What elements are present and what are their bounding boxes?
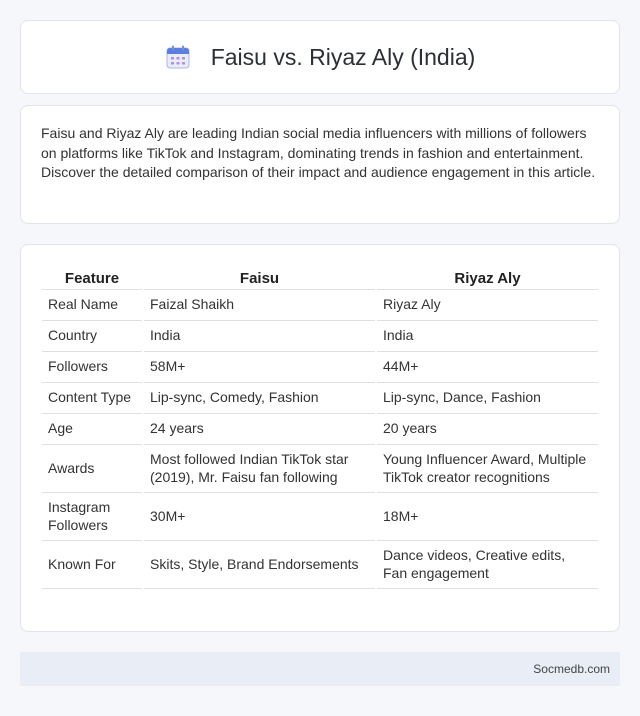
footer-bar: Socmedb.com — [20, 652, 620, 686]
table-cell: Dance videos, Creative edits, Fan engage… — [377, 541, 598, 589]
column-header-riyaz-aly: Riyaz Aly — [377, 263, 598, 290]
table-cell: India — [377, 321, 598, 352]
table-cell: 20 years — [377, 414, 598, 445]
table-cell: Skits, Style, Brand Endorsements — [144, 541, 375, 589]
table-cell: 30M+ — [144, 493, 375, 541]
table-row: Known For Skits, Style, Brand Endorsemen… — [42, 541, 598, 589]
table-cell: Most followed Indian TikTok star (2019),… — [144, 445, 375, 493]
table-cell: Content Type — [42, 383, 142, 414]
table-row: Age 24 years 20 years — [42, 414, 598, 445]
table-row: Awards Most followed Indian TikTok star … — [42, 445, 598, 493]
table-cell: Followers — [42, 352, 142, 383]
table-cell: Real Name — [42, 290, 142, 321]
table-cell: Age — [42, 414, 142, 445]
comparison-table: Feature Faisu Riyaz Aly Real Name Faizal… — [40, 263, 600, 589]
table-cell: 24 years — [144, 414, 375, 445]
table-header-row: Feature Faisu Riyaz Aly — [42, 263, 598, 290]
table-cell: Known For — [42, 541, 142, 589]
table-cell: Country — [42, 321, 142, 352]
table-cell: Riyaz Aly — [377, 290, 598, 321]
table-cell: Young Influencer Award, Multiple TikTok … — [377, 445, 598, 493]
table-cell: 58M+ — [144, 352, 375, 383]
table-cell: Instagram Followers — [42, 493, 142, 541]
page-title: Faisu vs. Riyaz Aly (India) — [210, 43, 476, 70]
comparison-card: Feature Faisu Riyaz Aly Real Name Faizal… — [20, 244, 620, 632]
table-row: Real Name Faizal Shaikh Riyaz Aly — [42, 290, 598, 321]
table-cell: Faizal Shaikh — [144, 290, 375, 321]
header-card: Faisu vs. Riyaz Aly (India) — [20, 20, 620, 94]
intro-card: Faisu and Riyaz Aly are leading Indian s… — [20, 105, 620, 224]
table-cell: Lip-sync, Dance, Fashion — [377, 383, 598, 414]
footer-site-link[interactable]: Socmedb.com — [533, 662, 610, 676]
table-cell: India — [144, 321, 375, 352]
table-cell: 18M+ — [377, 493, 598, 541]
table-cell: 44M+ — [377, 352, 598, 383]
table-row: Followers 58M+ 44M+ — [42, 352, 598, 383]
column-header-feature: Feature — [42, 263, 142, 290]
table-row: Instagram Followers 30M+ 18M+ — [42, 493, 598, 541]
table-cell: Awards — [42, 445, 142, 493]
column-header-faisu: Faisu — [144, 263, 375, 290]
table-row: Content Type Lip-sync, Comedy, Fashion L… — [42, 383, 598, 414]
table-row: Country India India — [42, 321, 598, 352]
table-cell: Lip-sync, Comedy, Fashion — [144, 383, 375, 414]
intro-text: Faisu and Riyaz Aly are leading Indian s… — [41, 125, 596, 180]
calendar-icon — [166, 45, 190, 69]
